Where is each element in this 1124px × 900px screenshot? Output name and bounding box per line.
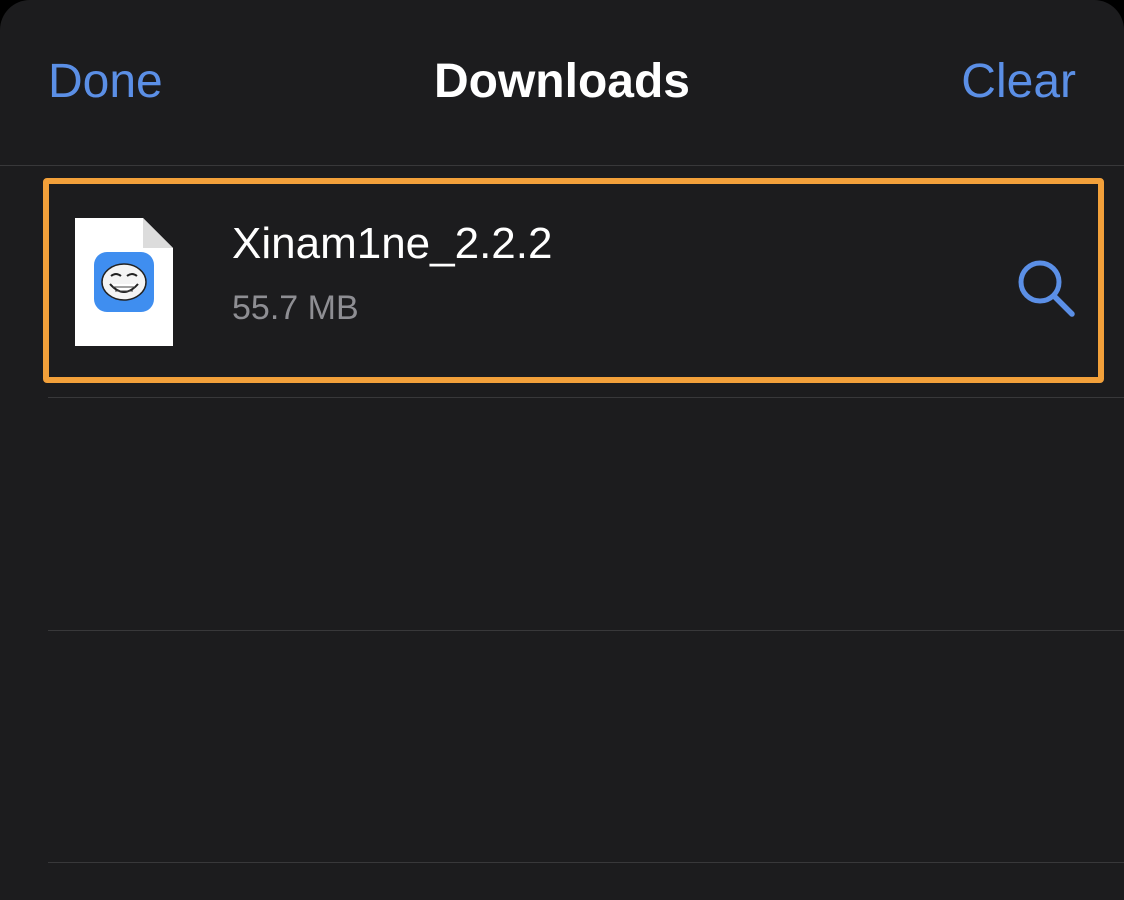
row-divider <box>48 862 1124 863</box>
file-size: 55.7 MB <box>232 289 359 327</box>
row-divider <box>48 397 1124 398</box>
downloads-sheet: Done Downloads Clear Xinam1ne_2.2.2 55.7… <box>0 0 1124 900</box>
header-divider <box>0 165 1124 166</box>
file-name: Xinam1ne_2.2.2 <box>232 219 553 268</box>
download-item[interactable]: Xinam1ne_2.2.2 55.7 MB <box>43 178 1104 383</box>
app-document-icon <box>75 218 173 346</box>
clear-button[interactable]: Clear <box>961 52 1076 112</box>
row-divider <box>48 630 1124 631</box>
page-title: Downloads <box>433 55 690 108</box>
search-icon[interactable] <box>1014 256 1078 320</box>
